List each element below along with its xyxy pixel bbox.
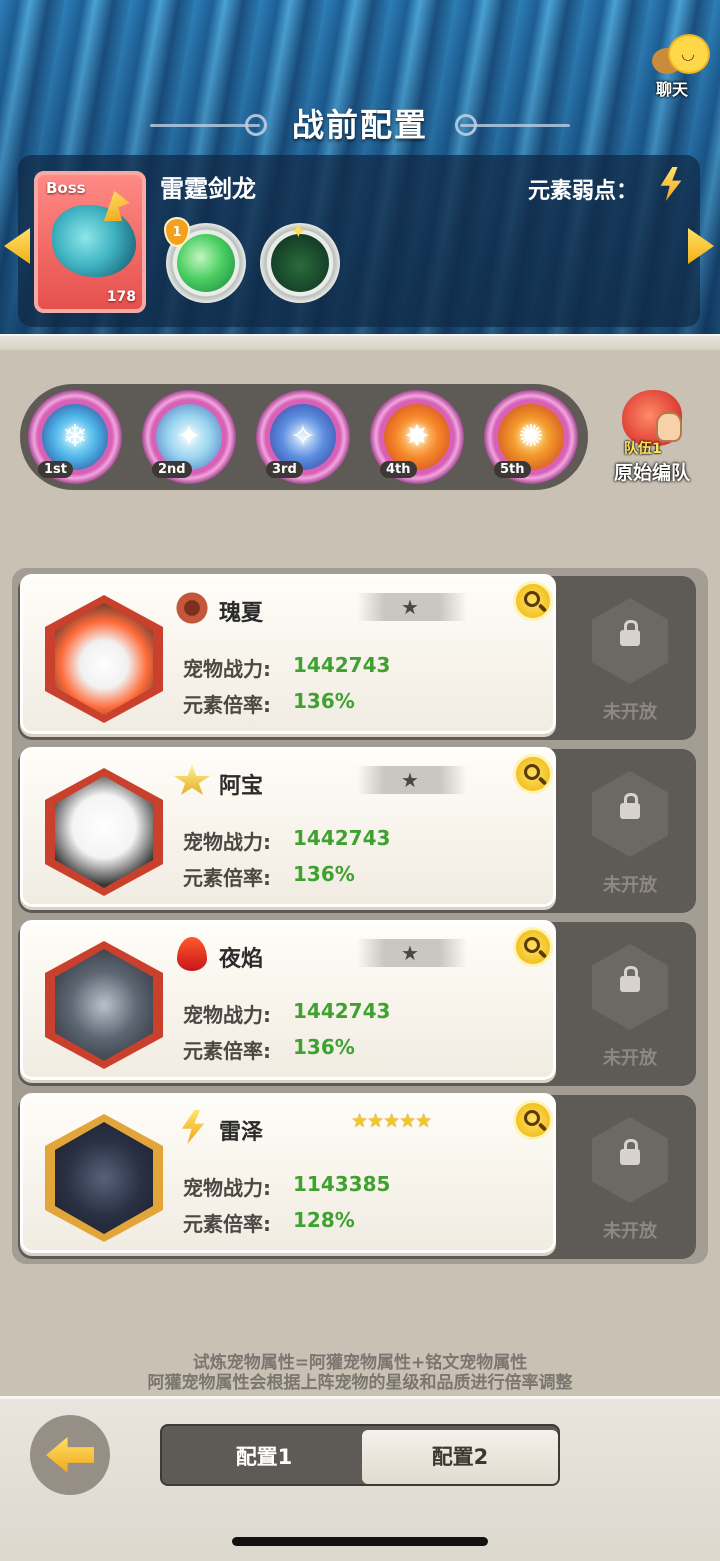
rate-value: 136% [293,862,355,886]
rate-label: 元素倍率: [183,866,271,890]
magnify-icon[interactable] [513,754,553,794]
pet-portrait [45,768,163,896]
pet-portrait [45,595,163,723]
pet-card[interactable]: 夜焰 ★ 宠物战力: 1442743 元素倍率: 136% [20,920,556,1080]
rate-value: 136% [293,689,355,713]
power-value: 1442743 [293,653,391,677]
pet-card[interactable]: 雷泽 ★★★★★ 宠物战力: 1143385 元素倍率: 128% [20,1093,556,1253]
order-rank: 5th [494,461,531,478]
locked-slot[interactable] [592,944,668,1030]
power-label: 宠物战力: [183,657,271,681]
order-rank: 1st [38,461,73,478]
chat-label: 聊天 [656,80,689,99]
wind-slash-skill-icon [177,234,235,292]
home-indicator[interactable] [232,1537,488,1546]
locked-slot[interactable] [592,598,668,684]
light-element-icon [173,764,211,795]
attribute-note: 阿獾宠物属性会根据上阵宠物的星级和品质进行倍率调整 [147,1373,573,1393]
page-title: 战前配置 [291,106,428,144]
star-icon: ★ [401,768,419,792]
magnify-icon[interactable] [513,927,553,967]
order-slot-1[interactable]: ❄ 1st [28,390,122,484]
boss-dragon-portrait [52,205,136,277]
boss-name: 雷霆剑龙 [160,175,256,203]
power-label: 宠物战力: [183,1003,271,1027]
star-icon: ★ [401,595,419,619]
locked-label: 未开放 [603,1221,657,1242]
locked-slot[interactable] [592,1117,668,1203]
element-order-panel: ❄ 1st ✦ 2nd ✧ 3rd ✸ 4th ✺ 5th [20,384,588,490]
pet-card[interactable]: 瑰夏 ★ 宠物战力: 1442743 元素倍率: 136% [20,574,556,734]
config-toggle: 配置1 配置2 [160,1424,560,1486]
pet-name: 雷泽 [219,1120,264,1145]
star-rank: ★ [357,939,467,967]
lock-icon [620,966,640,992]
magnify-icon[interactable] [513,1100,553,1140]
config-1-tab[interactable]: 配置1 [166,1430,362,1484]
locked-label: 未开放 [603,875,657,896]
locked-label: 未开放 [603,1048,657,1069]
star-icon: ★ [401,941,419,965]
order-rank: 3rd [266,461,303,478]
fire-element-icon [177,937,207,971]
order-rank: 4th [380,461,417,478]
boss-skill-1[interactable]: 1 [164,217,246,303]
back-arrow-icon [46,1437,94,1473]
sparkle-icon: ✦ [290,219,307,243]
lightning-element-icon [181,1110,205,1144]
power-value: 1442743 [293,826,391,850]
star-rank: ★ [357,593,467,621]
pet-portrait [45,1114,163,1242]
order-rank: 2nd [152,461,192,478]
lock-icon [620,620,640,646]
power-label: 宠物战力: [183,1176,271,1200]
pet-portrait [45,941,163,1069]
rate-label: 元素倍率: [183,693,271,717]
locked-slot[interactable] [592,771,668,857]
gear-element-icon [173,591,211,625]
order-slot-3[interactable]: ✧ 3rd [256,390,350,484]
magnify-icon[interactable] [513,581,553,621]
rate-value: 128% [293,1208,355,1232]
rate-value: 136% [293,1035,355,1059]
lock-icon [620,793,640,819]
pet-name: 阿宝 [219,774,264,799]
rate-label: 元素倍率: [183,1039,271,1063]
pet-card[interactable]: 阿宝 ★ 宠物战力: 1442743 元素倍率: 136% [20,747,556,907]
boss-info-panel: Boss 178 雷霆剑龙 元素弱点： 1 ✦ [18,155,700,327]
boss-card[interactable]: Boss 178 [34,171,146,313]
original-team-button[interactable]: 队伍1 原始编队 [604,384,700,492]
original-team-label: 原始编队 [613,462,690,484]
order-slot-4[interactable]: ✸ 4th [370,390,464,484]
pet-list: 未开放 瑰夏 ★ 宠物战力: 1442743 元素倍率: 136% 未开放 阿宝… [12,568,708,1264]
rate-label: 元素倍率: [183,1212,271,1236]
pet-name: 夜焰 [219,947,264,972]
locked-label: 未开放 [603,702,657,723]
pet-name: 瑰夏 [219,601,264,626]
star-rank: ★ [357,766,467,794]
back-button[interactable] [30,1415,110,1495]
boss-tag: Boss [46,179,86,197]
order-slot-2[interactable]: ✦ 2nd [142,390,236,484]
config-2-tab[interactable]: 配置2 [362,1430,558,1484]
boss-level: 178 [106,289,136,305]
five-star-rank: ★★★★★ [351,1110,432,1132]
lightning-bolt-icon [660,167,682,201]
power-value: 1442743 [293,999,391,1023]
chat-button[interactable]: ◡ 聊天 [652,34,714,100]
power-label: 宠物战力: [183,830,271,854]
boss-skill-2[interactable]: ✦ [260,219,340,303]
team-tag: 队伍1 [624,441,662,457]
power-value: 1143385 [293,1172,391,1196]
order-slot-5[interactable]: ✺ 5th [484,390,578,484]
lock-icon [620,1139,640,1165]
weakness-label: 元素弱点： [527,179,638,204]
